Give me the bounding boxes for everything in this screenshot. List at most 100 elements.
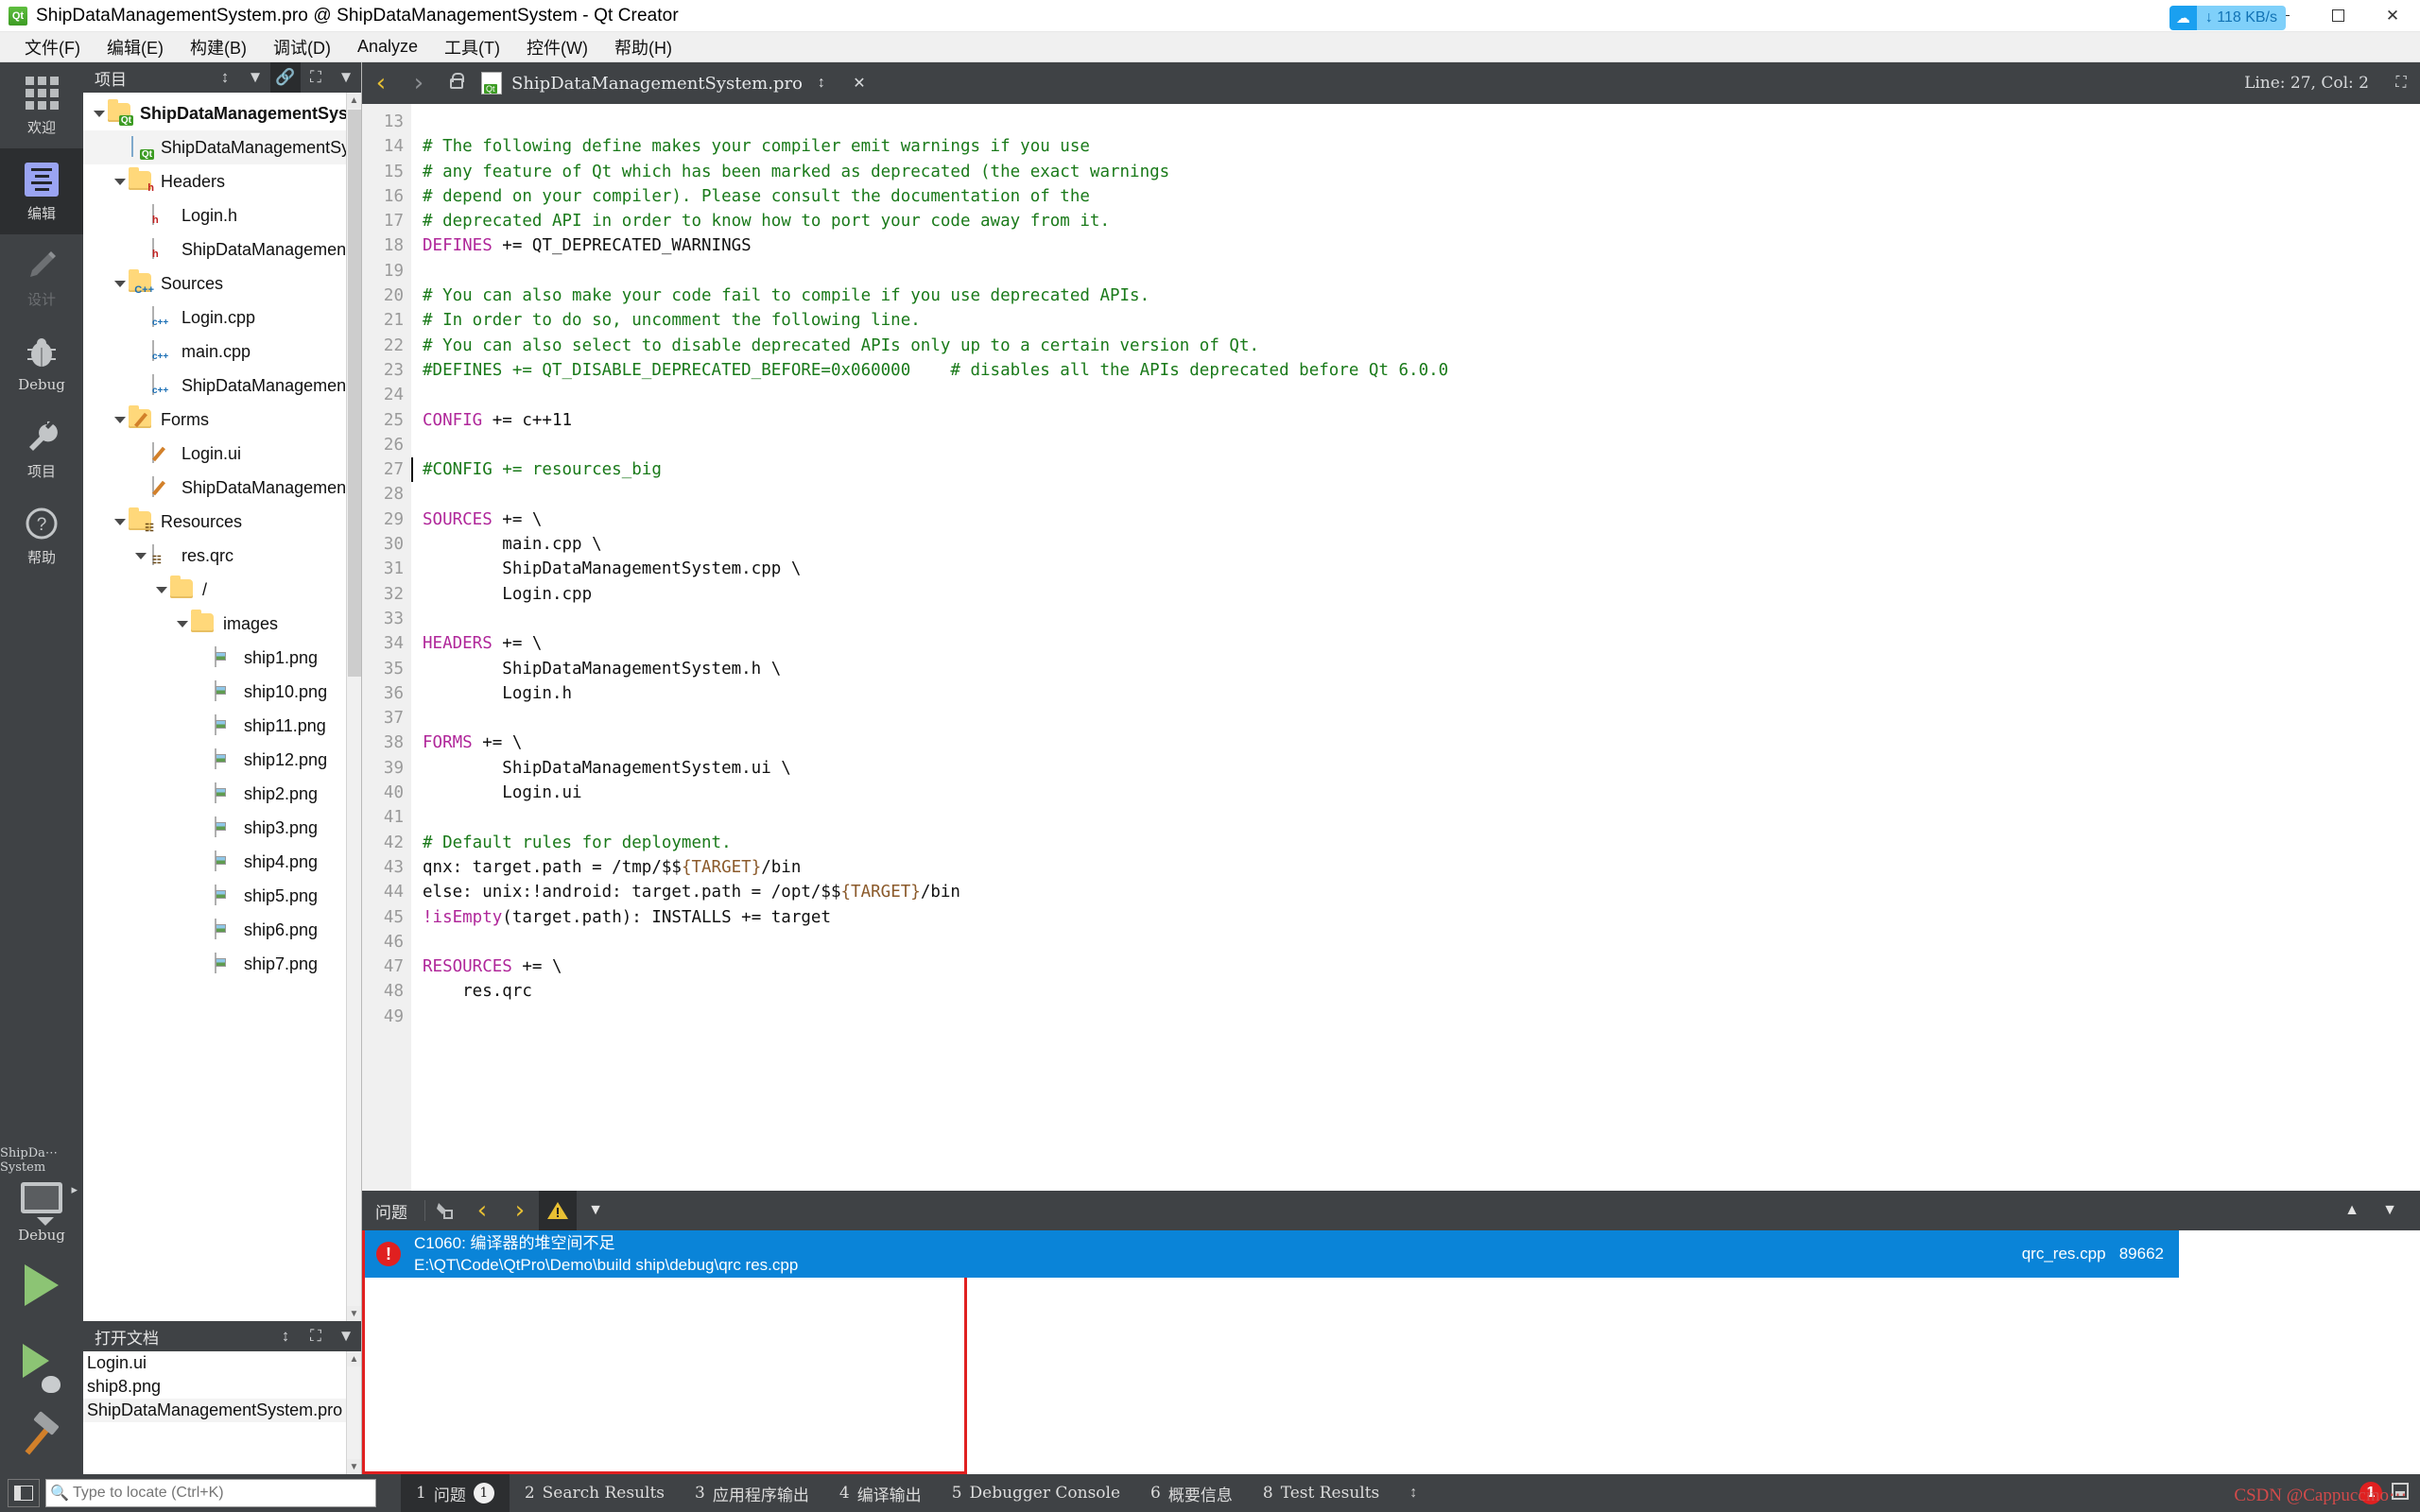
menu-item-2[interactable]: 构建(B) — [177, 32, 260, 62]
menu-item-1[interactable]: 编辑(E) — [94, 32, 177, 62]
code-line[interactable]: # deprecated API in order to know how to… — [423, 209, 2420, 233]
tree-item-ship2-png[interactable]: ship2.png — [83, 777, 346, 811]
tree-item-ship7-png[interactable]: ship7.png — [83, 947, 346, 981]
opendoc-item[interactable]: Login.ui — [83, 1351, 346, 1375]
output-tab-5[interactable]: 5 Debugger Console — [937, 1474, 1135, 1512]
tree-item-images[interactable]: images — [83, 607, 346, 641]
close-dock-icon[interactable]: ▼ — [331, 1321, 361, 1351]
mode-welcome[interactable]: 欢迎 — [0, 62, 83, 148]
split-editor-icon[interactable]: ⛶ — [2382, 62, 2420, 104]
unlock-icon[interactable] — [438, 62, 475, 104]
code-line[interactable]: RESOURCES += \ — [423, 954, 2420, 979]
tree-item-forms[interactable]: Forms — [83, 403, 346, 437]
run-play-button[interactable] — [0, 1247, 83, 1323]
code-line[interactable]: main.cpp \ — [423, 532, 2420, 557]
code-line[interactable]: Login.ui — [423, 781, 2420, 805]
output-tab-1[interactable]: 1 问题 1 — [401, 1474, 510, 1512]
code-line[interactable]: DEFINES += QT_DEPRECATED_WARNINGS — [423, 233, 2420, 258]
code-line[interactable]: FORMS += \ — [423, 730, 2420, 755]
code-line[interactable] — [423, 607, 2420, 631]
opendoc-item[interactable]: ship8.png — [83, 1375, 346, 1399]
code-line[interactable]: Login.h — [423, 681, 2420, 706]
code-line[interactable]: qnx: target.path = /tmp/$${TARGET}/bin — [423, 855, 2420, 880]
code-line[interactable]: ShipDataManagementSystem.ui \ — [423, 756, 2420, 781]
nav-forward-button[interactable]: › — [400, 62, 438, 104]
open-documents-list[interactable]: Login.ui ship8.png ShipDataManagementSyste… — [83, 1351, 361, 1474]
tree-item-res-qrc[interactable]: ☷ res.qrc — [83, 539, 346, 573]
tree-item-shipdatamanagementsystem[interactable]: Qt ShipDataManagementSystem — [83, 96, 346, 130]
tree-item-login-h[interactable]: h Login.h — [83, 198, 346, 232]
tree-item-ship1-png[interactable]: ship1.png — [83, 641, 346, 675]
split-icon[interactable]: ⛶ — [301, 62, 331, 93]
tree-item-main-cpp[interactable]: c++ main.cpp — [83, 335, 346, 369]
issue-row[interactable]: ! C1060: 编译器的堆空间不足 E:\QT\Code\QtPro\Demo… — [365, 1230, 2179, 1278]
tree-item-ship6-png[interactable]: ship6.png — [83, 913, 346, 947]
code-line[interactable]: ShipDataManagementSystem.h \ — [423, 657, 2420, 681]
maximize-pane-icon[interactable]: ▼ — [2371, 1190, 2409, 1231]
tree-item-resources[interactable]: ☷ Resources — [83, 505, 346, 539]
debug-play-button[interactable] — [0, 1323, 83, 1399]
code-line[interactable] — [423, 110, 2420, 134]
code-line[interactable] — [423, 930, 2420, 954]
menu-item-4[interactable]: Analyze — [344, 34, 431, 60]
sync-icon[interactable]: ↕ — [210, 62, 240, 93]
menu-item-0[interactable]: 文件(F) — [11, 32, 94, 62]
nav-back-button[interactable]: ‹ — [362, 62, 400, 104]
sync-icon[interactable]: ↕ — [270, 1321, 301, 1351]
scroll-down-icon[interactable]: ▼ — [347, 1459, 361, 1474]
mode-edit[interactable]: 编辑 — [0, 148, 83, 234]
mode-projects[interactable]: 项目 — [0, 406, 83, 492]
code-line[interactable] — [423, 805, 2420, 830]
kit-selector[interactable]: ShipDa⋯System ▸ Debug — [0, 1137, 83, 1247]
close-dock-icon[interactable]: ▼ — [331, 62, 361, 93]
code-line[interactable]: #CONFIG += resources_big — [423, 457, 2420, 482]
code-line[interactable]: # You can also make your code fail to co… — [423, 284, 2420, 308]
tree-item-login-cpp[interactable]: c++ Login.cpp — [83, 301, 346, 335]
menu-item-5[interactable]: 工具(T) — [431, 32, 513, 62]
code-line[interactable]: # any feature of Qt which has been marke… — [423, 160, 2420, 184]
split-icon[interactable]: ⛶ — [301, 1321, 331, 1351]
menu-item-7[interactable]: 帮助(H) — [601, 32, 685, 62]
issues-list[interactable]: ! C1060: 编译器的堆空间不足 E:\QT\Code\QtPro\Demo… — [362, 1230, 2179, 1474]
code-line[interactable]: # The following define makes your compil… — [423, 134, 2420, 159]
filter-icon[interactable]: ▼ — [577, 1190, 614, 1231]
code-line[interactable]: # Default rules for deployment. — [423, 831, 2420, 855]
filter-icon[interactable]: ▼ — [240, 62, 270, 93]
output-tab-2[interactable]: 2 Search Results — [510, 1474, 680, 1512]
code-line[interactable]: # In order to do so, uncomment the follo… — [423, 308, 2420, 333]
chevron-down-icon[interactable] — [174, 615, 191, 632]
clear-icon[interactable] — [425, 1190, 463, 1231]
link-icon[interactable]: 🔗 — [270, 62, 301, 93]
code-line[interactable]: Login.cpp — [423, 582, 2420, 607]
code-line[interactable] — [423, 383, 2420, 407]
output-tab-3[interactable]: 3 应用程序输出 — [680, 1474, 824, 1512]
code-line[interactable] — [423, 433, 2420, 457]
chevron-down-icon[interactable] — [112, 513, 129, 530]
chevron-down-icon[interactable] — [112, 173, 129, 190]
menu-item-6[interactable]: 控件(W) — [513, 32, 601, 62]
tree-item-headers[interactable]: h Headers — [83, 164, 346, 198]
tree-item-ship5-png[interactable]: ship5.png — [83, 879, 346, 913]
code-line[interactable]: #DEFINES += QT_DISABLE_DEPRECATED_BEFORE… — [423, 358, 2420, 383]
code-line[interactable]: # depend on your compiler). Please consu… — [423, 184, 2420, 209]
chevron-down-icon[interactable] — [112, 275, 129, 292]
chevron-updown-icon[interactable]: ↕ — [1394, 1472, 1432, 1512]
code-line[interactable]: HEADERS += \ — [423, 631, 2420, 656]
code-line[interactable] — [423, 1005, 2420, 1029]
chevron-updown-icon[interactable]: ↕ — [803, 62, 840, 104]
scroll-down-icon[interactable]: ▼ — [347, 1306, 361, 1321]
mode-help[interactable]: ? 帮助 — [0, 492, 83, 578]
code-line[interactable]: CONFIG += c++11 — [423, 408, 2420, 433]
code-line[interactable]: SOURCES += \ — [423, 507, 2420, 532]
code-line[interactable]: !isEmpty(target.path): INSTALLS += targe… — [423, 905, 2420, 930]
mode-debug[interactable]: Debug — [0, 320, 83, 406]
output-tab-8[interactable]: 8 Test Results — [1248, 1474, 1394, 1512]
output-tab-4[interactable]: 4 编译输出 — [824, 1474, 937, 1512]
code-line[interactable] — [423, 482, 2420, 507]
maximize-button[interactable] — [2310, 0, 2365, 32]
build-hammer-button[interactable] — [0, 1399, 83, 1474]
tree-item-login-ui[interactable]: Login.ui — [83, 437, 346, 471]
tree-item-sources[interactable]: C++ Sources — [83, 266, 346, 301]
tree-item-ship12-png[interactable]: ship12.png — [83, 743, 346, 777]
close-document-button[interactable]: ✕ — [840, 62, 878, 104]
